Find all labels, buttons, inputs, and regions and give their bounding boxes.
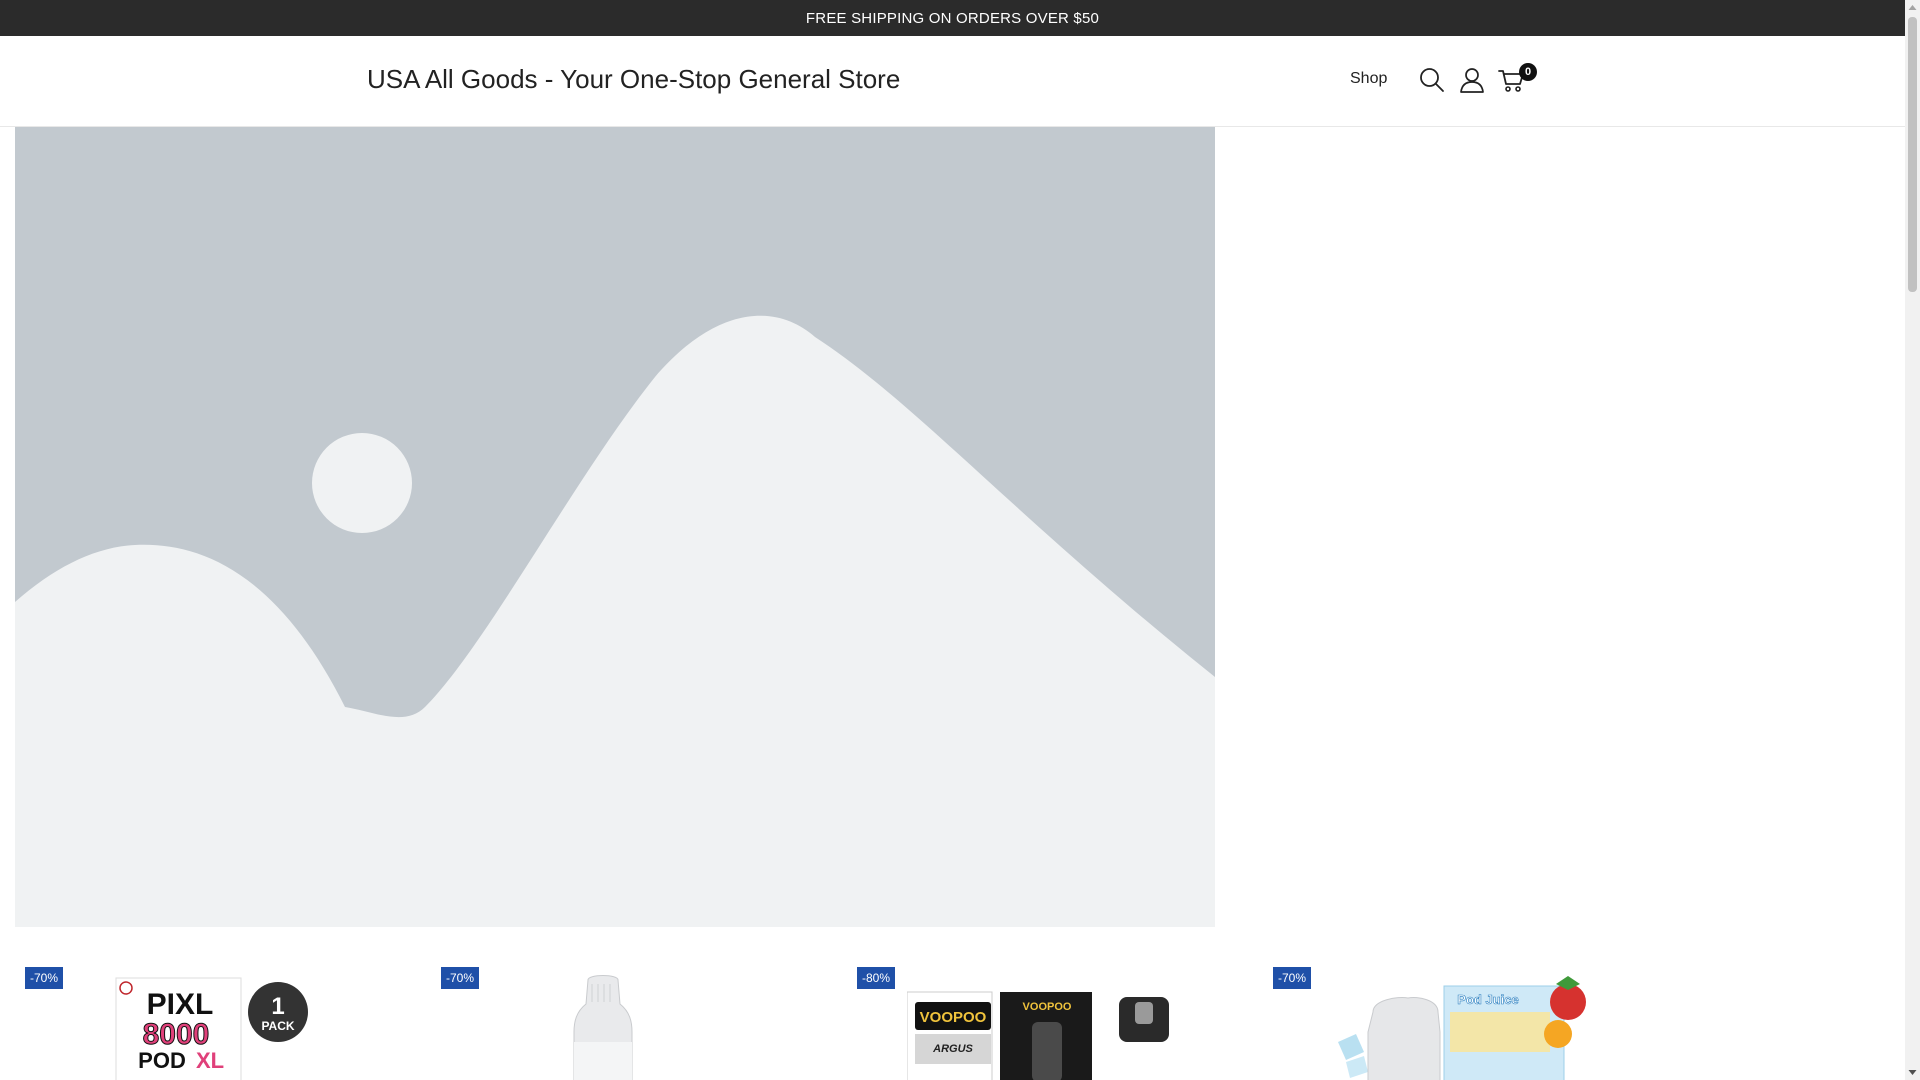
sale-badge: -70% (441, 967, 480, 989)
pixl-pod-text: POD (138, 1048, 186, 1073)
site-header: USA All Goods - Your One-Stop General St… (0, 36, 1905, 127)
product-card[interactable]: -70% Pod Juice (1263, 960, 1663, 1080)
hero-image-placeholder (15, 127, 1215, 927)
product-image-bottle[interactable] (556, 972, 656, 1080)
sale-badge: -80% (857, 967, 896, 989)
search-icon[interactable] (1418, 66, 1446, 94)
pixl-brand-text: PIXL (147, 988, 214, 1021)
product-grid: -70% PIXL 8000 POD XL 1 PACK -70% -80% V… (0, 960, 1905, 1080)
voopoo-model-text: ARGUS (932, 1043, 973, 1055)
product-image-pod-juice[interactable]: Pod Juice (1328, 972, 1598, 1080)
site-title-link[interactable]: USA All Goods - Your One-Stop General St… (367, 64, 900, 95)
page: FREE SHIPPING ON ORDERS OVER $50 USA All… (0, 0, 1905, 1080)
pack-number-text: 1 (271, 993, 284, 1020)
voopoo-brand-left: VOOPOO (920, 1009, 987, 1026)
scrollbar-thumb[interactable] (1908, 17, 1917, 292)
pack-word-text: PACK (261, 1019, 294, 1033)
pixl-8000-text: 8000 (143, 1018, 210, 1051)
pixl-xl-text: XL (196, 1048, 224, 1073)
announcement-bar: FREE SHIPPING ON ORDERS OVER $50 (0, 0, 1905, 36)
scrollbar[interactable] (1905, 0, 1920, 1080)
product-card[interactable]: -70% (431, 960, 831, 1080)
cart-count-badge: 0 (1519, 63, 1537, 81)
voopoo-brand-right: VOOPOO (1023, 1001, 1072, 1013)
sale-badge: -70% (1273, 967, 1312, 989)
announcement-text: FREE SHIPPING ON ORDERS OVER $50 (805, 9, 1100, 27)
product-card[interactable]: -70% PIXL 8000 POD XL 1 PACK (15, 960, 415, 1080)
product-image-pixl[interactable]: PIXL 8000 POD XL 1 PACK (100, 972, 320, 1080)
product-card[interactable]: -80% VOOPOO ARGUS VOOPOO (847, 960, 1247, 1080)
pod-juice-brand-text: Pod Juice (1457, 992, 1518, 1007)
account-icon[interactable] (1458, 66, 1486, 94)
product-image-voopoo[interactable]: VOOPOO ARGUS VOOPOO (907, 972, 1227, 1080)
nav-shop-link[interactable]: Shop (1350, 70, 1387, 88)
sale-badge: -70% (25, 967, 64, 989)
